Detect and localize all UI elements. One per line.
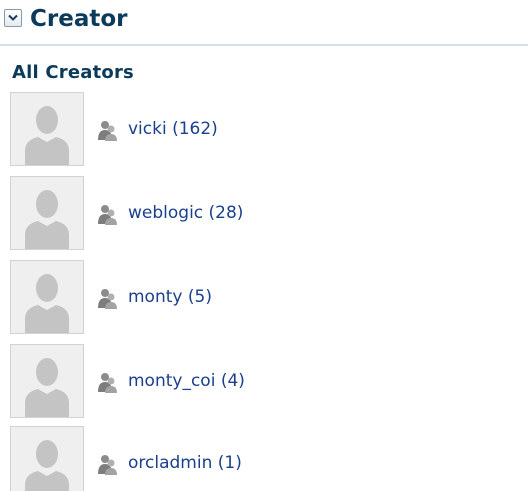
avatar[interactable] [10, 260, 84, 334]
user-icon [98, 289, 117, 309]
avatar[interactable] [10, 92, 84, 166]
panel-title: Creator [30, 6, 128, 32]
collapse-toggle-button[interactable] [4, 9, 22, 27]
user-icon [98, 205, 117, 225]
list-item: monty_coi (4) [10, 344, 410, 420]
list-item: monty (5) [10, 260, 410, 336]
user-icon [98, 373, 117, 393]
user-icon [98, 121, 117, 141]
list-item: orcladmin (1) [10, 426, 410, 491]
avatar[interactable] [10, 176, 84, 250]
list-item: weblogic (28) [10, 176, 410, 252]
creator-link-weblogic[interactable]: weblogic (28) [128, 201, 243, 225]
panel-header: Creator [0, 0, 528, 46]
default-avatar-icon [25, 358, 69, 417]
avatar[interactable] [10, 426, 84, 491]
section-title: All Creators [12, 62, 134, 83]
creator-link-vicki[interactable]: vicki (162) [128, 117, 218, 141]
creator-link-monty[interactable]: monty (5) [128, 285, 212, 309]
default-avatar-icon [25, 106, 69, 165]
creator-panel: Creator All Creators vicki (162) weblogi… [0, 0, 530, 491]
list-item: vicki (162) [10, 92, 410, 168]
creator-link-monty-coi[interactable]: monty_coi (4) [128, 369, 245, 393]
default-avatar-icon [25, 190, 69, 249]
creator-link-orcladmin[interactable]: orcladmin (1) [128, 451, 242, 475]
avatar[interactable] [10, 344, 84, 418]
default-avatar-icon [25, 440, 69, 491]
default-avatar-icon [25, 274, 69, 333]
chevron-down-icon [8, 14, 18, 21]
user-icon [98, 455, 117, 475]
